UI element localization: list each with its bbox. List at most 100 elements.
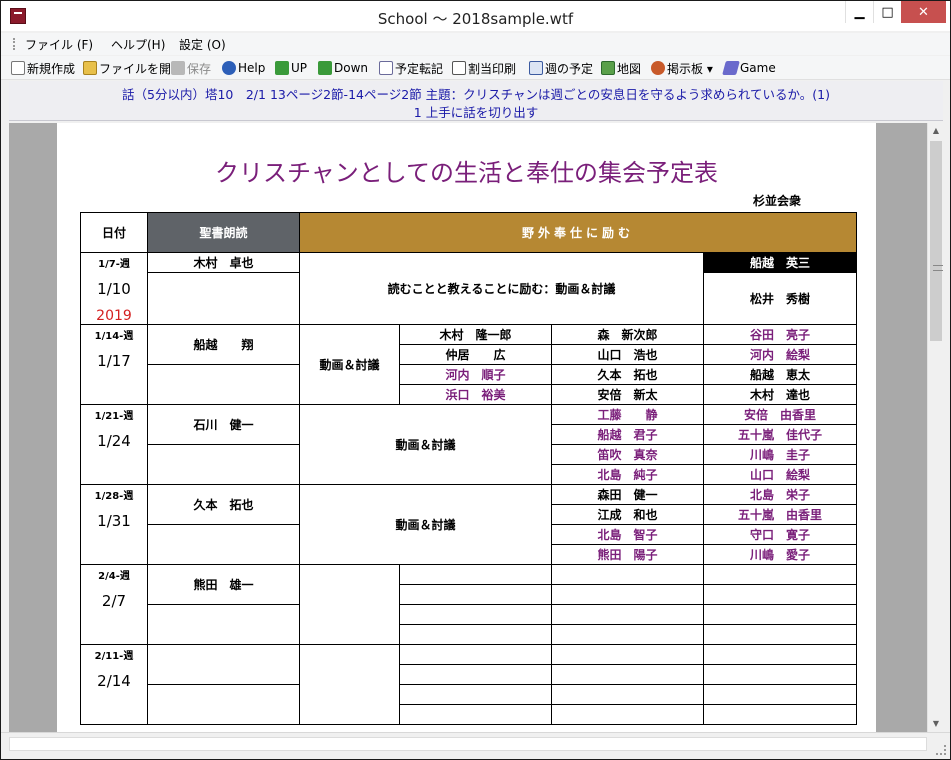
assignee-cell[interactable]: 江成 和也 bbox=[551, 504, 704, 525]
assignee-cell[interactable]: 森田 健一 bbox=[551, 484, 704, 505]
reader-assistant-cell[interactable] bbox=[147, 684, 300, 725]
reader-assistant-cell[interactable] bbox=[147, 524, 300, 565]
assignee-cell[interactable] bbox=[702, 704, 858, 725]
assignee-cell[interactable] bbox=[399, 644, 552, 665]
assignee-cell[interactable]: 工藤 静 bbox=[551, 404, 704, 425]
assignee-cell[interactable] bbox=[702, 564, 858, 585]
reader-cell[interactable]: 熊田 雄一 bbox=[147, 564, 300, 605]
assignee-cell[interactable] bbox=[399, 664, 552, 685]
assignee-cell[interactable]: 北島 栄子 bbox=[702, 484, 858, 505]
reader-assistant-cell[interactable] bbox=[147, 364, 300, 405]
chair-cell[interactable]: 船越 英三 bbox=[702, 252, 858, 273]
assignee-cell[interactable] bbox=[551, 704, 704, 725]
assignee-cell[interactable] bbox=[702, 604, 858, 625]
menu-file[interactable]: ファイル (F) bbox=[25, 36, 93, 53]
up-button[interactable]: UP bbox=[275, 60, 307, 76]
chair2-cell[interactable]: 松井 秀樹 bbox=[702, 272, 858, 325]
theme-cell[interactable] bbox=[299, 644, 400, 725]
assignee-cell[interactable]: 安倍 由香里 bbox=[702, 404, 858, 425]
assignee-cell[interactable]: 久本 拓也 bbox=[551, 364, 704, 385]
assignee-cell[interactable] bbox=[399, 704, 552, 725]
assignee-cell[interactable]: 川嶋 圭子 bbox=[702, 444, 858, 465]
assignee-cell[interactable]: 河内 絵梨 bbox=[702, 344, 858, 365]
assignee-cell[interactable]: 五十嵐 佳代子 bbox=[702, 424, 858, 445]
reader-cell[interactable] bbox=[147, 644, 300, 685]
assignee-cell[interactable] bbox=[702, 684, 858, 705]
assignment-print-button[interactable]: 割当印刷 bbox=[452, 60, 516, 76]
help-button[interactable]: Help bbox=[222, 60, 265, 76]
assignee-cell[interactable]: 木村 隆一郎 bbox=[399, 324, 552, 345]
assignee-cell[interactable]: 北島 智子 bbox=[551, 524, 704, 545]
theme-cell[interactable]: 動画＆討議 bbox=[299, 324, 400, 405]
date-cell[interactable]: 1/7-週 1/10 2019 bbox=[80, 252, 148, 325]
assignee-cell[interactable] bbox=[551, 644, 704, 665]
assignee-cell[interactable]: 川嶋 愛子 bbox=[702, 544, 858, 565]
save-button[interactable]: 保存 bbox=[171, 60, 211, 76]
assignee-cell[interactable]: 仲居 広 bbox=[399, 344, 552, 365]
assignee-cell[interactable]: 安倍 新太 bbox=[551, 384, 704, 405]
assignee-cell[interactable] bbox=[551, 624, 704, 645]
date-cell[interactable]: 1/28-週 1/31 bbox=[80, 484, 148, 565]
assignee-cell[interactable] bbox=[702, 644, 858, 665]
new-button[interactable]: 新規作成 bbox=[11, 60, 75, 76]
reader-cell[interactable]: 木村 卓也 bbox=[147, 252, 300, 273]
assignee-cell[interactable] bbox=[702, 624, 858, 645]
theme-cell[interactable]: 動画＆討議 bbox=[299, 404, 552, 485]
date-cell[interactable]: 1/14-週 1/17 bbox=[80, 324, 148, 405]
open-button[interactable]: ファイルを開く bbox=[83, 60, 183, 76]
assignee-cell[interactable]: 船越 君子 bbox=[551, 424, 704, 445]
assignee-cell[interactable] bbox=[702, 664, 858, 685]
scroll-down-arrow-icon[interactable]: ▼ bbox=[928, 716, 944, 732]
document-view[interactable]: クリスチャンとしての生活と奉仕の集会予定表 杉並会衆 日付 聖書朗読 野外奉仕に… bbox=[9, 123, 927, 732]
theme-cell[interactable]: 読むことと教えることに励む：動画＆討議 bbox=[299, 252, 704, 325]
assignee-cell[interactable]: 山口 絵梨 bbox=[702, 464, 858, 485]
assignee-cell[interactable] bbox=[399, 584, 552, 605]
assignee-cell[interactable] bbox=[702, 584, 858, 605]
assignee-cell[interactable]: 笛吹 真奈 bbox=[551, 444, 704, 465]
assignee-cell[interactable]: 谷田 亮子 bbox=[702, 324, 858, 345]
schedule-transfer-button[interactable]: 予定転記 bbox=[379, 60, 443, 76]
reader-assistant-cell[interactable] bbox=[147, 444, 300, 485]
assignee-cell[interactable] bbox=[399, 684, 552, 705]
assignee-cell[interactable] bbox=[551, 684, 704, 705]
minimize-button[interactable]: ▁ bbox=[845, 1, 873, 23]
resize-grip-icon[interactable] bbox=[936, 745, 946, 755]
date-cell[interactable]: 2/4-週 2/7 bbox=[80, 564, 148, 645]
assignee-cell[interactable] bbox=[399, 604, 552, 625]
reader-assistant-cell[interactable] bbox=[147, 604, 300, 645]
assignee-cell[interactable]: 守口 寛子 bbox=[702, 524, 858, 545]
reader-cell[interactable]: 石川 健一 bbox=[147, 404, 300, 445]
scroll-up-arrow-icon[interactable]: ▲ bbox=[928, 123, 944, 139]
assignee-cell[interactable] bbox=[399, 624, 552, 645]
bulletin-button[interactable]: 掲示板 ▾ bbox=[651, 60, 713, 76]
assignee-cell[interactable]: 河内 順子 bbox=[399, 364, 552, 385]
menu-settings[interactable]: 設定 (O) bbox=[179, 36, 226, 53]
assignee-cell[interactable]: 浜口 裕美 bbox=[399, 384, 552, 405]
close-button[interactable]: ✕ bbox=[901, 1, 946, 23]
weekly-plan-button[interactable]: 週の予定 bbox=[529, 60, 593, 76]
assignee-cell[interactable] bbox=[551, 664, 704, 685]
game-button[interactable]: Game bbox=[722, 60, 776, 76]
theme-cell[interactable]: 動画＆討議 bbox=[299, 484, 552, 565]
maximize-button[interactable]: □ bbox=[873, 1, 901, 23]
assignee-cell[interactable]: 熊田 陽子 bbox=[551, 544, 704, 565]
assignee-cell[interactable]: 五十嵐 由香里 bbox=[702, 504, 858, 525]
scroll-thumb[interactable] bbox=[930, 141, 943, 341]
assignee-cell[interactable] bbox=[399, 564, 552, 585]
assignee-cell[interactable]: 森 新次郎 bbox=[551, 324, 704, 345]
menu-help[interactable]: ヘルプ(H) bbox=[111, 36, 165, 53]
map-button[interactable]: 地図 bbox=[601, 60, 641, 76]
assignee-cell[interactable]: 木村 達也 bbox=[702, 384, 858, 405]
theme-cell[interactable] bbox=[299, 564, 400, 645]
reader-assistant-cell[interactable] bbox=[147, 272, 300, 325]
assignee-cell[interactable] bbox=[551, 584, 704, 605]
assignee-cell[interactable]: 船越 恵太 bbox=[702, 364, 858, 385]
date-cell[interactable]: 1/21-週 1/24 bbox=[80, 404, 148, 485]
down-button[interactable]: Down bbox=[318, 60, 368, 76]
vertical-scrollbar[interactable]: ▲ ▼ bbox=[927, 123, 943, 732]
date-cell[interactable]: 2/11-週 2/14 bbox=[80, 644, 148, 725]
assignee-cell[interactable] bbox=[551, 564, 704, 585]
assignee-cell[interactable] bbox=[551, 604, 704, 625]
reader-cell[interactable]: 久本 拓也 bbox=[147, 484, 300, 525]
assignee-cell[interactable]: 北島 純子 bbox=[551, 464, 704, 485]
